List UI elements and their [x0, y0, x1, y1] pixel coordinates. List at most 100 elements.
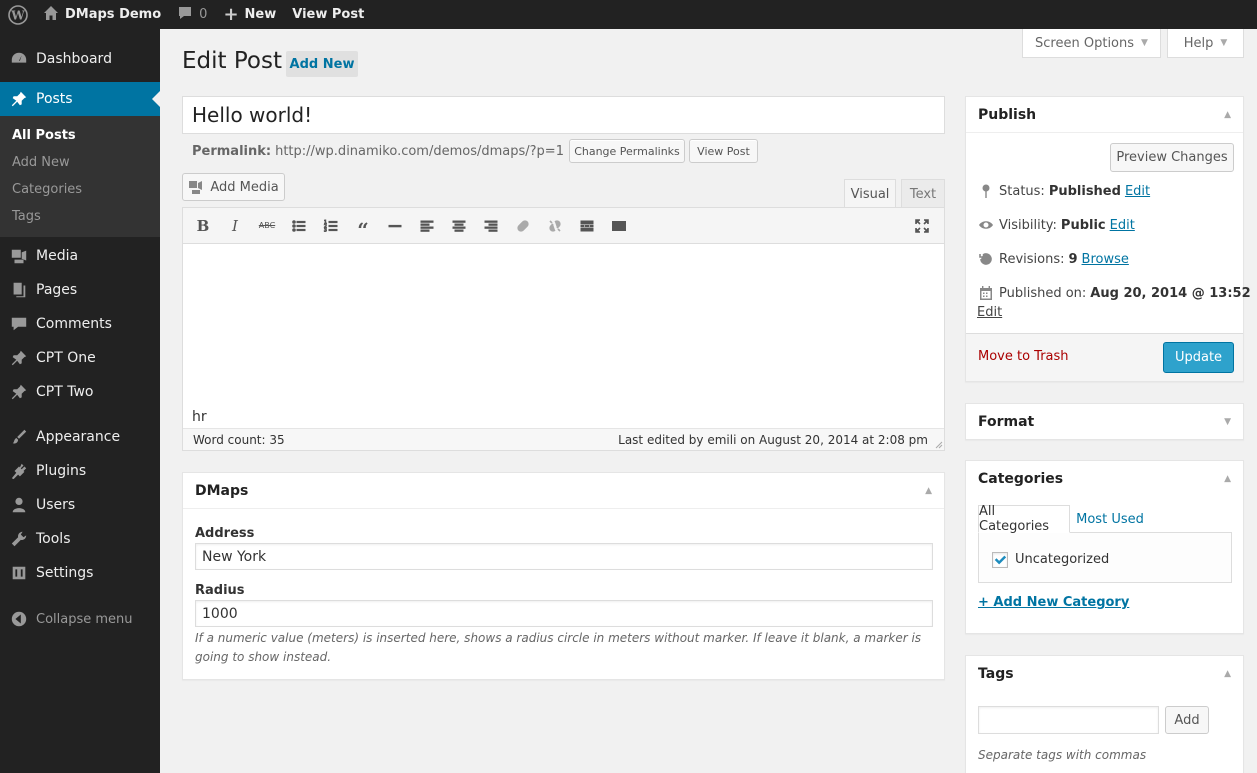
- published-on-row: Published on: Aug 20, 2014 @ 13:52: [976, 285, 1255, 301]
- tab-all-categories[interactable]: All Categories: [978, 504, 1070, 534]
- submenu-item-categories[interactable]: Categories: [0, 176, 160, 203]
- add-media-button[interactable]: Add Media: [182, 173, 285, 201]
- submenu-item-all-posts[interactable]: All Posts: [0, 122, 160, 149]
- plug-icon: [9, 461, 29, 481]
- italic-icon[interactable]: I: [219, 212, 251, 240]
- bold-icon[interactable]: B: [187, 212, 219, 240]
- format-header[interactable]: Format ▼: [966, 404, 1243, 440]
- submenu-item-add-new[interactable]: Add New: [0, 149, 160, 176]
- post-title-input[interactable]: Hello world!: [182, 96, 945, 134]
- pushpin-icon: [9, 89, 29, 109]
- view-post-link[interactable]: View Post: [284, 0, 372, 29]
- sidebar-item-label: CPT Two: [36, 384, 94, 400]
- read-more-icon[interactable]: [571, 212, 603, 240]
- view-post-button[interactable]: View Post: [688, 139, 758, 163]
- brush-icon: [9, 427, 29, 447]
- posts-submenu: All Posts Add New Categories Tags: [0, 116, 160, 237]
- caret-up-icon[interactable]: ▲: [925, 486, 932, 496]
- align-center-icon[interactable]: [443, 212, 475, 240]
- comments-icon: [9, 314, 29, 334]
- bullet-list-icon[interactable]: [283, 212, 315, 240]
- help-tab[interactable]: Help ▼: [1167, 29, 1244, 58]
- site-name-link[interactable]: DMaps Demo: [35, 0, 169, 29]
- sidebar-item-plugins[interactable]: Plugins: [0, 454, 160, 488]
- uncategorized-label[interactable]: Uncategorized: [1015, 552, 1109, 567]
- sidebar-item-label: Media: [36, 248, 79, 264]
- permalink-url[interactable]: http://wp.dinamiko.com/demos/dmaps/?p=1: [275, 144, 564, 159]
- unlink-icon[interactable]: [539, 212, 571, 240]
- sidebar-item-tools[interactable]: Tools: [0, 522, 160, 556]
- sidebar-item-comments[interactable]: Comments: [0, 307, 160, 341]
- publish-title: Publish: [978, 106, 1037, 123]
- sidebar-item-label: Posts: [36, 91, 73, 107]
- resize-handle-icon[interactable]: [933, 439, 943, 449]
- wordpress-logo-icon[interactable]: W: [0, 0, 35, 29]
- dmaps-header[interactable]: DMaps ▲: [183, 473, 944, 509]
- horizontal-line-icon[interactable]: [379, 212, 411, 240]
- eye-icon: [976, 217, 996, 233]
- browse-revisions-link[interactable]: Browse: [1082, 252, 1129, 267]
- published-on-edit-link[interactable]: Edit: [977, 305, 1002, 320]
- comment-bubble-icon: [177, 5, 193, 25]
- visibility-edit-link[interactable]: Edit: [1110, 218, 1135, 233]
- tab-visual[interactable]: Visual: [844, 179, 896, 208]
- collapse-menu-button[interactable]: Collapse menu: [0, 602, 160, 636]
- sidebar-item-label: Settings: [36, 565, 94, 581]
- status-edit-link[interactable]: Edit: [1125, 184, 1150, 199]
- tab-text[interactable]: Text: [901, 179, 945, 208]
- sidebar-item-pages[interactable]: Pages: [0, 273, 160, 307]
- toolbar-toggle-icon[interactable]: [603, 212, 635, 240]
- move-to-trash-link[interactable]: Move to Trash: [978, 349, 1069, 364]
- publish-header[interactable]: Publish ▲: [966, 97, 1243, 133]
- sidebar-item-settings[interactable]: Settings: [0, 556, 160, 590]
- add-new-category-link[interactable]: + Add New Category: [978, 595, 1129, 610]
- sidebar-item-users[interactable]: Users: [0, 488, 160, 522]
- change-permalinks-button[interactable]: Change Permalinks: [568, 139, 685, 163]
- comments-link[interactable]: 0: [169, 0, 215, 29]
- sidebar-item-media[interactable]: Media: [0, 239, 160, 273]
- tab-most-used[interactable]: Most Used: [1070, 505, 1150, 533]
- visibility-value: Public: [1060, 217, 1106, 233]
- numbered-list-icon[interactable]: 123: [315, 212, 347, 240]
- update-button[interactable]: Update: [1163, 342, 1234, 373]
- uncategorized-checkbox[interactable]: [992, 552, 1008, 568]
- sidebar-item-cpt-one[interactable]: CPT One: [0, 341, 160, 375]
- editor-status-bar: Word count: 35 Last edited by emili on A…: [183, 428, 944, 450]
- address-input[interactable]: New York: [195, 543, 933, 570]
- status-row: Status: Published Edit: [976, 183, 1150, 199]
- radius-description: If a numeric value (meters) is inserted …: [195, 631, 922, 664]
- add-new-button[interactable]: Add New: [286, 51, 358, 77]
- categories-header[interactable]: Categories ▲: [966, 461, 1243, 497]
- sidebar-item-dashboard[interactable]: Dashboard: [0, 41, 160, 76]
- caret-down-icon[interactable]: ▼: [1224, 417, 1231, 427]
- align-left-icon[interactable]: [411, 212, 443, 240]
- admin-bar: W DMaps Demo 0 + New View Post: [0, 0, 1257, 29]
- sidebar-item-posts[interactable]: Posts: [0, 82, 160, 116]
- published-on-label: Published on:: [999, 285, 1087, 301]
- new-content-link[interactable]: + New: [215, 0, 284, 29]
- caret-up-icon[interactable]: ▲: [1224, 110, 1231, 120]
- tags-metabox: Tags ▲ Add Separate tags with commas: [965, 655, 1244, 773]
- active-arrow: [152, 91, 160, 107]
- preview-changes-button[interactable]: Preview Changes: [1110, 143, 1234, 172]
- sidebar-item-label: Tools: [36, 531, 71, 547]
- align-right-icon[interactable]: [475, 212, 507, 240]
- submenu-item-tags[interactable]: Tags: [0, 203, 160, 230]
- screen-options-tab[interactable]: Screen Options ▼: [1022, 29, 1161, 58]
- link-icon[interactable]: [507, 212, 539, 240]
- caret-up-icon[interactable]: ▲: [1224, 669, 1231, 679]
- sidebar-item-appearance[interactable]: Appearance: [0, 420, 160, 454]
- blockquote-icon[interactable]: “: [347, 212, 379, 242]
- sidebar-item-cpt-two[interactable]: CPT Two: [0, 375, 160, 409]
- strikethrough-icon[interactable]: ABC: [251, 212, 283, 240]
- caret-up-icon[interactable]: ▲: [1224, 474, 1231, 484]
- fullscreen-icon[interactable]: [906, 212, 938, 240]
- new-tag-input[interactable]: [978, 706, 1159, 734]
- editor-content-area[interactable]: [183, 244, 944, 406]
- add-tag-button[interactable]: Add: [1165, 706, 1209, 734]
- categories-title: Categories: [978, 471, 1064, 487]
- radius-input[interactable]: 1000: [195, 600, 933, 627]
- tags-header[interactable]: Tags ▲: [966, 656, 1243, 692]
- svg-text:W: W: [10, 8, 25, 22]
- permalink-label: Permalink:: [192, 143, 272, 159]
